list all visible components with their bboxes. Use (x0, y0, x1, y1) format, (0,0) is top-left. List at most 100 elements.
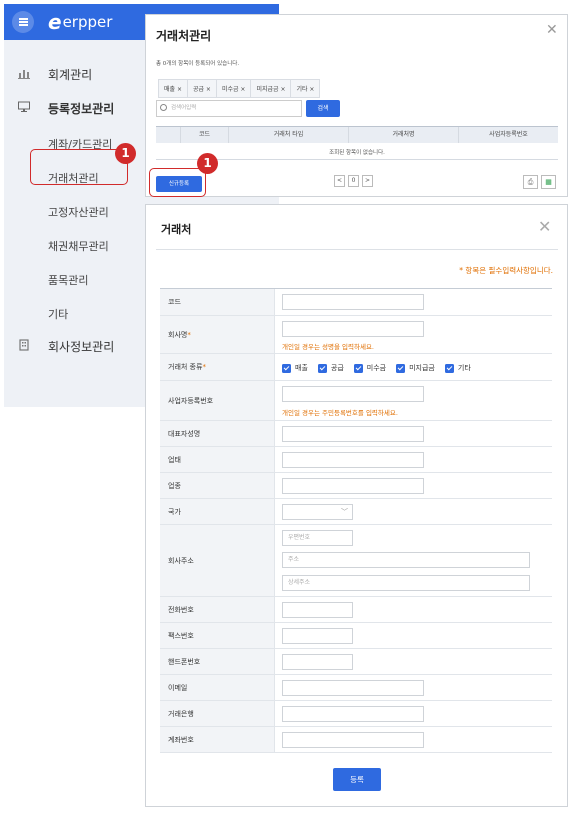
client-form-dialog: 거래처 ✕ * 항목은 필수입력사항입니다. 코드 회사명 * 개인일 경우는 성… (145, 204, 568, 807)
required-mark: * (187, 330, 191, 339)
sidebar-subitem-etc[interactable]: 기타 (48, 306, 68, 322)
field-label-text: 이메일 (168, 683, 188, 692)
form-row-code: 코드 (160, 289, 552, 316)
fax-field[interactable] (282, 628, 353, 644)
account-field[interactable] (282, 732, 424, 748)
hamburger-menu-button[interactable] (12, 11, 34, 33)
checkbox-supply[interactable] (317, 363, 327, 373)
client-form: 코드 회사명 * 개인일 경우는 성명을 입력하세요. 거래처 종류 * 매출 공급… (160, 288, 552, 753)
sidebar-item-label: 회사정보관리 (48, 340, 115, 354)
column-header-type: 거래처 타입 (229, 127, 349, 143)
close-icon[interactable]: ✕ (546, 22, 558, 38)
filter-tag[interactable]: 매출 × (159, 80, 188, 97)
search-icon (160, 104, 167, 111)
ceo-name-field[interactable] (282, 426, 424, 442)
field-label: 사업자등록번호 (160, 381, 275, 420)
field-label-text: 핸드폰번호 (168, 657, 201, 666)
client-type-checkboxes: 매출 공급 미수금 미지급금 기타 (282, 363, 481, 373)
field-label: 국가 (160, 499, 275, 524)
print-icon: ⎙ (527, 178, 534, 186)
email-field[interactable] (282, 680, 424, 696)
zipcode-placeholder: 우편번호 (288, 534, 311, 541)
form-row-email: 이메일 (160, 675, 552, 701)
filter-tag[interactable]: 미수금 × (217, 80, 252, 97)
address-field[interactable]: 주소 (282, 552, 530, 568)
prev-page-button[interactable]: < (334, 175, 345, 187)
brand-mark: e (48, 10, 62, 34)
highlight-box-new (149, 168, 206, 197)
monitor-icon (18, 101, 30, 113)
checkbox-etc[interactable] (444, 363, 454, 373)
phone-field[interactable] (282, 602, 353, 618)
filter-tag[interactable]: 기타 × (291, 80, 319, 97)
field-label-text: 업태 (168, 455, 181, 464)
required-mark: * (202, 363, 206, 371)
form-row-phone: 전화번호 (160, 597, 552, 623)
field-label: 대표자성명 (160, 421, 275, 446)
checkbox-payable[interactable] (396, 363, 406, 373)
field-label: 거래처 종류 * (160, 354, 275, 380)
search-button[interactable]: 검색 (306, 100, 340, 117)
checkbox-label: 미수금 (366, 364, 387, 372)
company-hint: 개인일 경우는 성명을 입력하세요. (282, 343, 374, 351)
field-label: 이메일 (160, 675, 275, 700)
spreadsheet-icon: ▦ (545, 178, 552, 186)
field-label: 업종 (160, 473, 275, 498)
sidebar-subitem-fixed-assets[interactable]: 고정자산관리 (48, 204, 109, 220)
code-field[interactable] (282, 294, 424, 310)
biz-type-field[interactable] (282, 452, 424, 468)
step-badge: 1 (115, 143, 136, 164)
close-icon[interactable]: ✕ (538, 217, 551, 236)
column-header-name: 거래처명 (349, 127, 459, 143)
country-select[interactable]: ﹀ (282, 504, 353, 520)
count-text: 총 0개의 항목이 등록되어 있습니다. (156, 61, 240, 67)
checkbox-sales[interactable] (282, 363, 291, 373)
company-name-field[interactable] (282, 321, 424, 337)
next-page-button[interactable]: > (362, 175, 373, 187)
highlight-box-clients (30, 149, 128, 185)
step-badge: 1 (197, 153, 218, 174)
form-row-mobile: 핸드폰번호 (160, 649, 552, 675)
form-row-address: 회사주소 우편번호 주소 상세주소 (160, 525, 552, 597)
page-number: 0 (348, 175, 359, 187)
form-row-biz-type: 업태 (160, 447, 552, 473)
form-row-country: 국가 ﹀ (160, 499, 552, 525)
zipcode-field[interactable]: 우편번호 (282, 530, 353, 546)
dialog-title: 거래처 (161, 223, 192, 236)
address-detail-placeholder: 상세주소 (288, 579, 311, 586)
register-button[interactable]: 등록 (333, 768, 381, 791)
print-button[interactable]: ⎙ (523, 175, 538, 189)
brand-name: erpper (62, 13, 113, 31)
column-header-bizno: 사업자등록번호 (489, 131, 528, 138)
field-label-text: 회사명 (168, 330, 188, 339)
brand-logo[interactable]: e erpper (48, 10, 112, 34)
search-placeholder: 검색어입력 (171, 105, 197, 111)
field-label: 업태 (160, 447, 275, 472)
filter-tag[interactable]: 미지급금 × (251, 80, 292, 97)
column-header-code: 코드 (181, 127, 229, 143)
checkbox-label: 미지급금 (409, 364, 435, 372)
form-row-bizno: 사업자등록번호 개인일 경우는 주민등록번호를 입력하세요. (160, 381, 552, 421)
filter-tag[interactable]: 공급 × (188, 80, 217, 97)
checkbox-receivable[interactable] (353, 363, 363, 373)
field-label-text: 전화번호 (168, 605, 194, 614)
sidebar-subitem-items[interactable]: 품목관리 (48, 272, 88, 288)
sidebar-subitem-receivables[interactable]: 채권채무관리 (48, 238, 109, 254)
sidebar-item-label: 회계관리 (48, 68, 93, 82)
search-input[interactable]: 검색어입력 (156, 100, 302, 117)
dialog-title: 거래처관리 (156, 29, 212, 43)
building-icon (18, 339, 30, 351)
bizno-field[interactable] (282, 386, 424, 402)
address-detail-field[interactable]: 상세주소 (282, 575, 530, 591)
mobile-field[interactable] (282, 654, 353, 670)
biz-item-field[interactable] (282, 478, 424, 494)
bizno-hint: 개인일 경우는 주민등록번호를 입력하세요. (282, 409, 398, 417)
excel-button[interactable]: ▦ (541, 175, 556, 189)
field-label: 전화번호 (160, 597, 275, 622)
bank-field[interactable] (282, 706, 424, 722)
column-header-checkbox[interactable] (156, 127, 181, 143)
filter-tags: 매출 × 공급 × 미수금 × 미지급금 × 기타 × (158, 79, 321, 98)
checkbox-label: 기타 (457, 364, 471, 372)
table-header: 코드 거래처 타입 거래처명 사업자등록번호 (156, 126, 558, 143)
pagination: < 0 > (334, 175, 376, 187)
